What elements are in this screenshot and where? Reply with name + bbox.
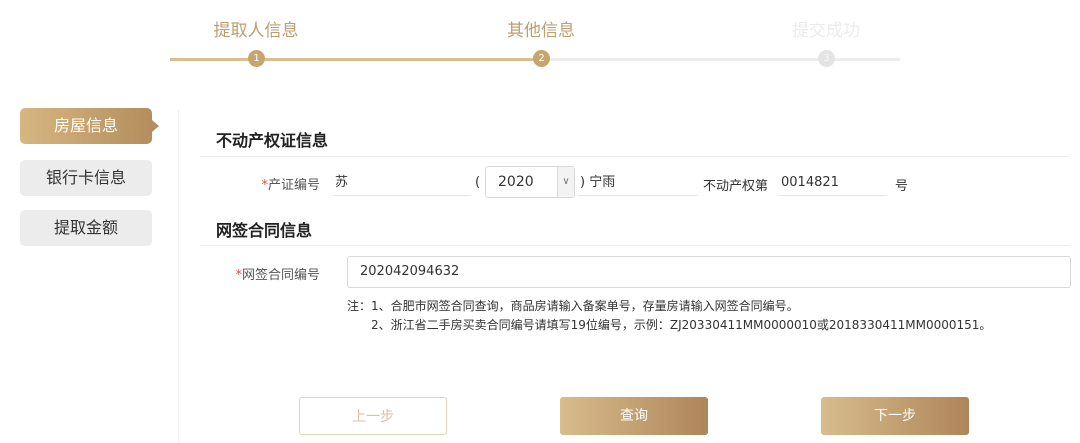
note-line-2: 2、浙江省二手房买卖合同编号请填写19位编号，示例：ZJ20330411MM00… bbox=[371, 318, 992, 332]
note-line-1: 注：1、合肥市网签合同查询，商品房请输入备案单号，存量房请输入网签合同编号。 bbox=[347, 299, 799, 313]
rights-prefix-text: 不动产权第 bbox=[703, 179, 769, 194]
chevron-down-icon[interactable]: ∨ bbox=[557, 167, 574, 197]
sidenav-item-label: 房屋信息 bbox=[53, 116, 118, 135]
progress-stepper: 提取人信息 其他信息 提交成功 1 2 3 bbox=[0, 0, 1080, 80]
step-dot-3: 3 bbox=[818, 50, 835, 67]
year-select[interactable]: 2020 ∨ bbox=[485, 166, 575, 198]
contract-number-label: *网签合同编号 bbox=[235, 268, 320, 283]
step-label-2: 其他信息 bbox=[507, 21, 575, 41]
sidenav-item-withdraw-amount[interactable]: 提取金额 bbox=[20, 210, 152, 246]
sidenav-item-bank-card[interactable]: 银行卡信息 bbox=[20, 160, 152, 196]
city-input[interactable]: ) 宁雨 bbox=[578, 170, 698, 196]
section-title-contract: 网签合同信息 bbox=[216, 221, 313, 240]
sidenav-item-label: 提取金额 bbox=[53, 218, 118, 237]
active-arrow-icon bbox=[152, 120, 159, 132]
prev-step-button[interactable]: 上一步 bbox=[299, 397, 447, 435]
cert-number-input[interactable]: 0014821 bbox=[779, 170, 887, 196]
step-line-done bbox=[170, 58, 542, 61]
section-title-property-cert: 不动产权证信息 bbox=[216, 131, 329, 150]
query-button[interactable]: 查询 bbox=[560, 397, 708, 435]
suffix-text: 号 bbox=[895, 179, 909, 194]
sidenav-item-house-info[interactable]: 房屋信息 bbox=[20, 108, 159, 144]
province-input[interactable]: 苏 bbox=[333, 170, 471, 196]
contract-number-input[interactable]: 202042094632 bbox=[347, 256, 1071, 288]
section-divider bbox=[200, 245, 1070, 246]
year-select-value: 2020 bbox=[498, 174, 534, 190]
step-line-pending bbox=[542, 58, 900, 61]
open-paren: ( bbox=[475, 175, 481, 190]
vertical-divider bbox=[178, 110, 179, 443]
next-step-button[interactable]: 下一步 bbox=[821, 397, 969, 435]
step-dot-2: 2 bbox=[533, 50, 550, 67]
step-dot-1: 1 bbox=[248, 50, 265, 67]
sidenav-item-label: 银行卡信息 bbox=[45, 168, 126, 187]
step-label-3: 提交成功 bbox=[792, 21, 860, 41]
step-label-1: 提取人信息 bbox=[213, 21, 299, 41]
section-divider bbox=[200, 156, 1070, 157]
cert-number-label: *产证编号 bbox=[261, 178, 320, 193]
